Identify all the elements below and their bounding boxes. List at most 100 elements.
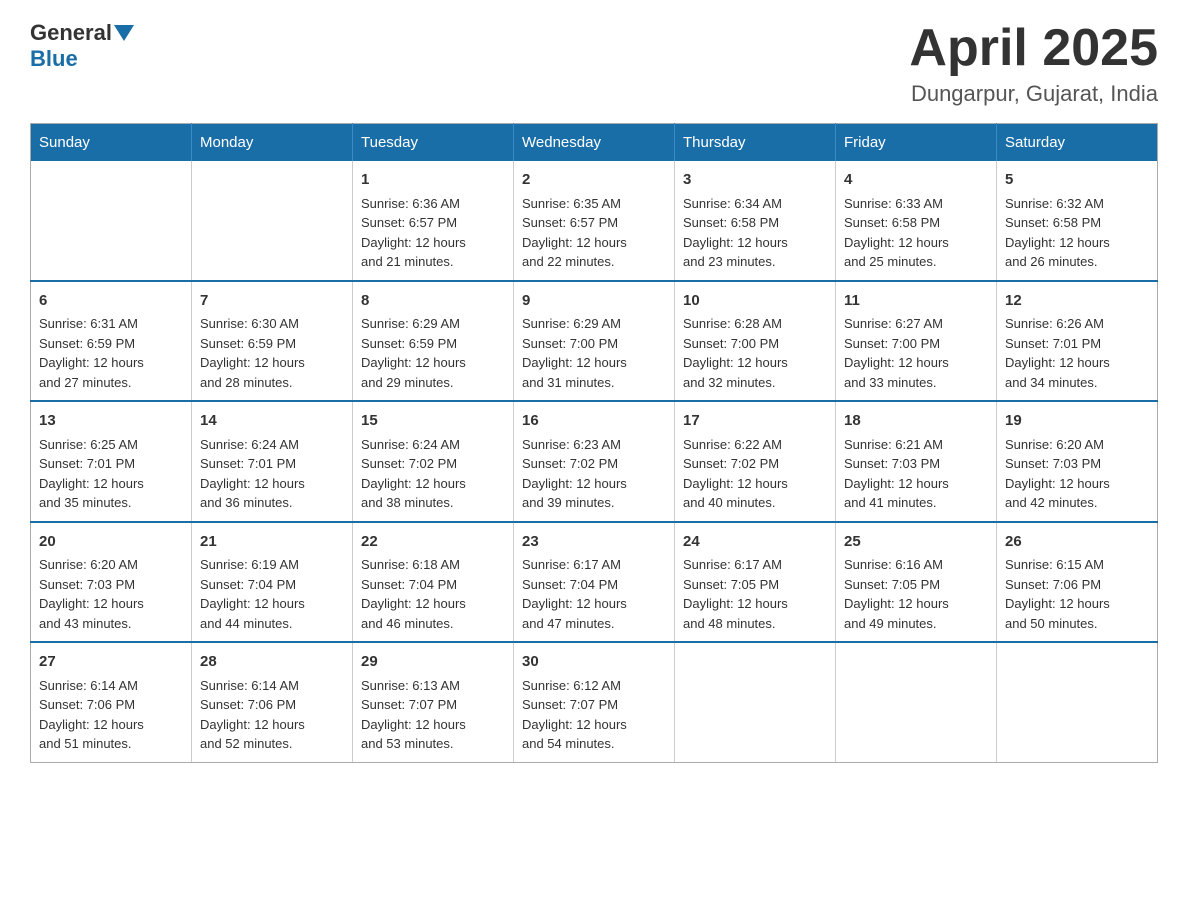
day-info: Sunrise: 6:20 AM Sunset: 7:03 PM Dayligh…: [1005, 435, 1149, 513]
day-number: 25: [844, 531, 988, 554]
day-number: 23: [522, 531, 666, 554]
calendar-week-row: 6Sunrise: 6:31 AM Sunset: 6:59 PM Daylig…: [31, 281, 1158, 402]
day-info: Sunrise: 6:22 AM Sunset: 7:02 PM Dayligh…: [683, 435, 827, 513]
calendar-table: SundayMondayTuesdayWednesdayThursdayFrid…: [30, 123, 1158, 763]
day-number: 5: [1005, 169, 1149, 192]
day-number: 26: [1005, 531, 1149, 554]
calendar-cell: 27Sunrise: 6:14 AM Sunset: 7:06 PM Dayli…: [31, 642, 192, 762]
calendar-cell: 2Sunrise: 6:35 AM Sunset: 6:57 PM Daylig…: [514, 161, 675, 281]
day-info: Sunrise: 6:14 AM Sunset: 7:06 PM Dayligh…: [39, 676, 183, 754]
day-number: 28: [200, 651, 344, 674]
day-number: 1: [361, 169, 505, 192]
calendar-cell: 7Sunrise: 6:30 AM Sunset: 6:59 PM Daylig…: [192, 281, 353, 402]
day-number: 18: [844, 410, 988, 433]
day-number: 24: [683, 531, 827, 554]
calendar-cell: [836, 642, 997, 762]
day-number: 17: [683, 410, 827, 433]
calendar-cell: 16Sunrise: 6:23 AM Sunset: 7:02 PM Dayli…: [514, 401, 675, 522]
day-number: 11: [844, 290, 988, 313]
calendar-cell: 25Sunrise: 6:16 AM Sunset: 7:05 PM Dayli…: [836, 522, 997, 643]
calendar-week-row: 13Sunrise: 6:25 AM Sunset: 7:01 PM Dayli…: [31, 401, 1158, 522]
day-info: Sunrise: 6:35 AM Sunset: 6:57 PM Dayligh…: [522, 194, 666, 272]
logo-triangle-icon: [114, 25, 134, 41]
day-number: 14: [200, 410, 344, 433]
day-number: 8: [361, 290, 505, 313]
calendar-cell: [675, 642, 836, 762]
day-number: 7: [200, 290, 344, 313]
day-info: Sunrise: 6:34 AM Sunset: 6:58 PM Dayligh…: [683, 194, 827, 272]
day-info: Sunrise: 6:19 AM Sunset: 7:04 PM Dayligh…: [200, 555, 344, 633]
day-info: Sunrise: 6:32 AM Sunset: 6:58 PM Dayligh…: [1005, 194, 1149, 272]
calendar-cell: 18Sunrise: 6:21 AM Sunset: 7:03 PM Dayli…: [836, 401, 997, 522]
day-info: Sunrise: 6:25 AM Sunset: 7:01 PM Dayligh…: [39, 435, 183, 513]
day-of-week-header: Thursday: [675, 124, 836, 162]
day-number: 21: [200, 531, 344, 554]
day-info: Sunrise: 6:30 AM Sunset: 6:59 PM Dayligh…: [200, 314, 344, 392]
day-info: Sunrise: 6:29 AM Sunset: 7:00 PM Dayligh…: [522, 314, 666, 392]
day-number: 10: [683, 290, 827, 313]
days-of-week-row: SundayMondayTuesdayWednesdayThursdayFrid…: [31, 124, 1158, 162]
calendar-cell: 26Sunrise: 6:15 AM Sunset: 7:06 PM Dayli…: [997, 522, 1158, 643]
day-info: Sunrise: 6:24 AM Sunset: 7:02 PM Dayligh…: [361, 435, 505, 513]
day-info: Sunrise: 6:29 AM Sunset: 6:59 PM Dayligh…: [361, 314, 505, 392]
title-area: April 2025 Dungarpur, Gujarat, India: [909, 20, 1158, 107]
calendar-cell: 29Sunrise: 6:13 AM Sunset: 7:07 PM Dayli…: [353, 642, 514, 762]
month-title: April 2025: [909, 20, 1158, 77]
calendar-cell: 14Sunrise: 6:24 AM Sunset: 7:01 PM Dayli…: [192, 401, 353, 522]
day-of-week-header: Saturday: [997, 124, 1158, 162]
day-info: Sunrise: 6:18 AM Sunset: 7:04 PM Dayligh…: [361, 555, 505, 633]
day-info: Sunrise: 6:15 AM Sunset: 7:06 PM Dayligh…: [1005, 555, 1149, 633]
day-number: 6: [39, 290, 183, 313]
day-number: 16: [522, 410, 666, 433]
calendar-cell: 9Sunrise: 6:29 AM Sunset: 7:00 PM Daylig…: [514, 281, 675, 402]
day-number: 2: [522, 169, 666, 192]
day-number: 9: [522, 290, 666, 313]
calendar-body: 1Sunrise: 6:36 AM Sunset: 6:57 PM Daylig…: [31, 161, 1158, 762]
calendar-cell: 4Sunrise: 6:33 AM Sunset: 6:58 PM Daylig…: [836, 161, 997, 281]
day-number: 3: [683, 169, 827, 192]
day-number: 12: [1005, 290, 1149, 313]
day-info: Sunrise: 6:13 AM Sunset: 7:07 PM Dayligh…: [361, 676, 505, 754]
day-of-week-header: Sunday: [31, 124, 192, 162]
calendar-cell: [31, 161, 192, 281]
calendar-week-row: 20Sunrise: 6:20 AM Sunset: 7:03 PM Dayli…: [31, 522, 1158, 643]
calendar-week-row: 1Sunrise: 6:36 AM Sunset: 6:57 PM Daylig…: [31, 161, 1158, 281]
calendar-cell: 20Sunrise: 6:20 AM Sunset: 7:03 PM Dayli…: [31, 522, 192, 643]
day-info: Sunrise: 6:12 AM Sunset: 7:07 PM Dayligh…: [522, 676, 666, 754]
day-info: Sunrise: 6:24 AM Sunset: 7:01 PM Dayligh…: [200, 435, 344, 513]
calendar-cell: 30Sunrise: 6:12 AM Sunset: 7:07 PM Dayli…: [514, 642, 675, 762]
day-number: 27: [39, 651, 183, 674]
day-info: Sunrise: 6:20 AM Sunset: 7:03 PM Dayligh…: [39, 555, 183, 633]
calendar-cell: 17Sunrise: 6:22 AM Sunset: 7:02 PM Dayli…: [675, 401, 836, 522]
location-title: Dungarpur, Gujarat, India: [909, 81, 1158, 107]
day-info: Sunrise: 6:31 AM Sunset: 6:59 PM Dayligh…: [39, 314, 183, 392]
calendar-cell: 24Sunrise: 6:17 AM Sunset: 7:05 PM Dayli…: [675, 522, 836, 643]
calendar-cell: 15Sunrise: 6:24 AM Sunset: 7:02 PM Dayli…: [353, 401, 514, 522]
day-info: Sunrise: 6:28 AM Sunset: 7:00 PM Dayligh…: [683, 314, 827, 392]
calendar-cell: 8Sunrise: 6:29 AM Sunset: 6:59 PM Daylig…: [353, 281, 514, 402]
day-number: 19: [1005, 410, 1149, 433]
logo-general-text: General: [30, 20, 112, 46]
day-info: Sunrise: 6:21 AM Sunset: 7:03 PM Dayligh…: [844, 435, 988, 513]
calendar-cell: 23Sunrise: 6:17 AM Sunset: 7:04 PM Dayli…: [514, 522, 675, 643]
day-info: Sunrise: 6:17 AM Sunset: 7:05 PM Dayligh…: [683, 555, 827, 633]
day-number: 13: [39, 410, 183, 433]
calendar-cell: 10Sunrise: 6:28 AM Sunset: 7:00 PM Dayli…: [675, 281, 836, 402]
day-info: Sunrise: 6:17 AM Sunset: 7:04 PM Dayligh…: [522, 555, 666, 633]
logo-blue-text: Blue: [30, 46, 78, 71]
calendar-cell: 5Sunrise: 6:32 AM Sunset: 6:58 PM Daylig…: [997, 161, 1158, 281]
day-of-week-header: Tuesday: [353, 124, 514, 162]
calendar-header: SundayMondayTuesdayWednesdayThursdayFrid…: [31, 124, 1158, 162]
day-info: Sunrise: 6:23 AM Sunset: 7:02 PM Dayligh…: [522, 435, 666, 513]
calendar-cell: 6Sunrise: 6:31 AM Sunset: 6:59 PM Daylig…: [31, 281, 192, 402]
calendar-cell: 19Sunrise: 6:20 AM Sunset: 7:03 PM Dayli…: [997, 401, 1158, 522]
day-number: 22: [361, 531, 505, 554]
logo: General Blue: [30, 20, 136, 72]
day-info: Sunrise: 6:14 AM Sunset: 7:06 PM Dayligh…: [200, 676, 344, 754]
day-info: Sunrise: 6:27 AM Sunset: 7:00 PM Dayligh…: [844, 314, 988, 392]
day-of-week-header: Wednesday: [514, 124, 675, 162]
day-number: 29: [361, 651, 505, 674]
calendar-cell: 1Sunrise: 6:36 AM Sunset: 6:57 PM Daylig…: [353, 161, 514, 281]
calendar-cell: 3Sunrise: 6:34 AM Sunset: 6:58 PM Daylig…: [675, 161, 836, 281]
calendar-cell: 11Sunrise: 6:27 AM Sunset: 7:00 PM Dayli…: [836, 281, 997, 402]
